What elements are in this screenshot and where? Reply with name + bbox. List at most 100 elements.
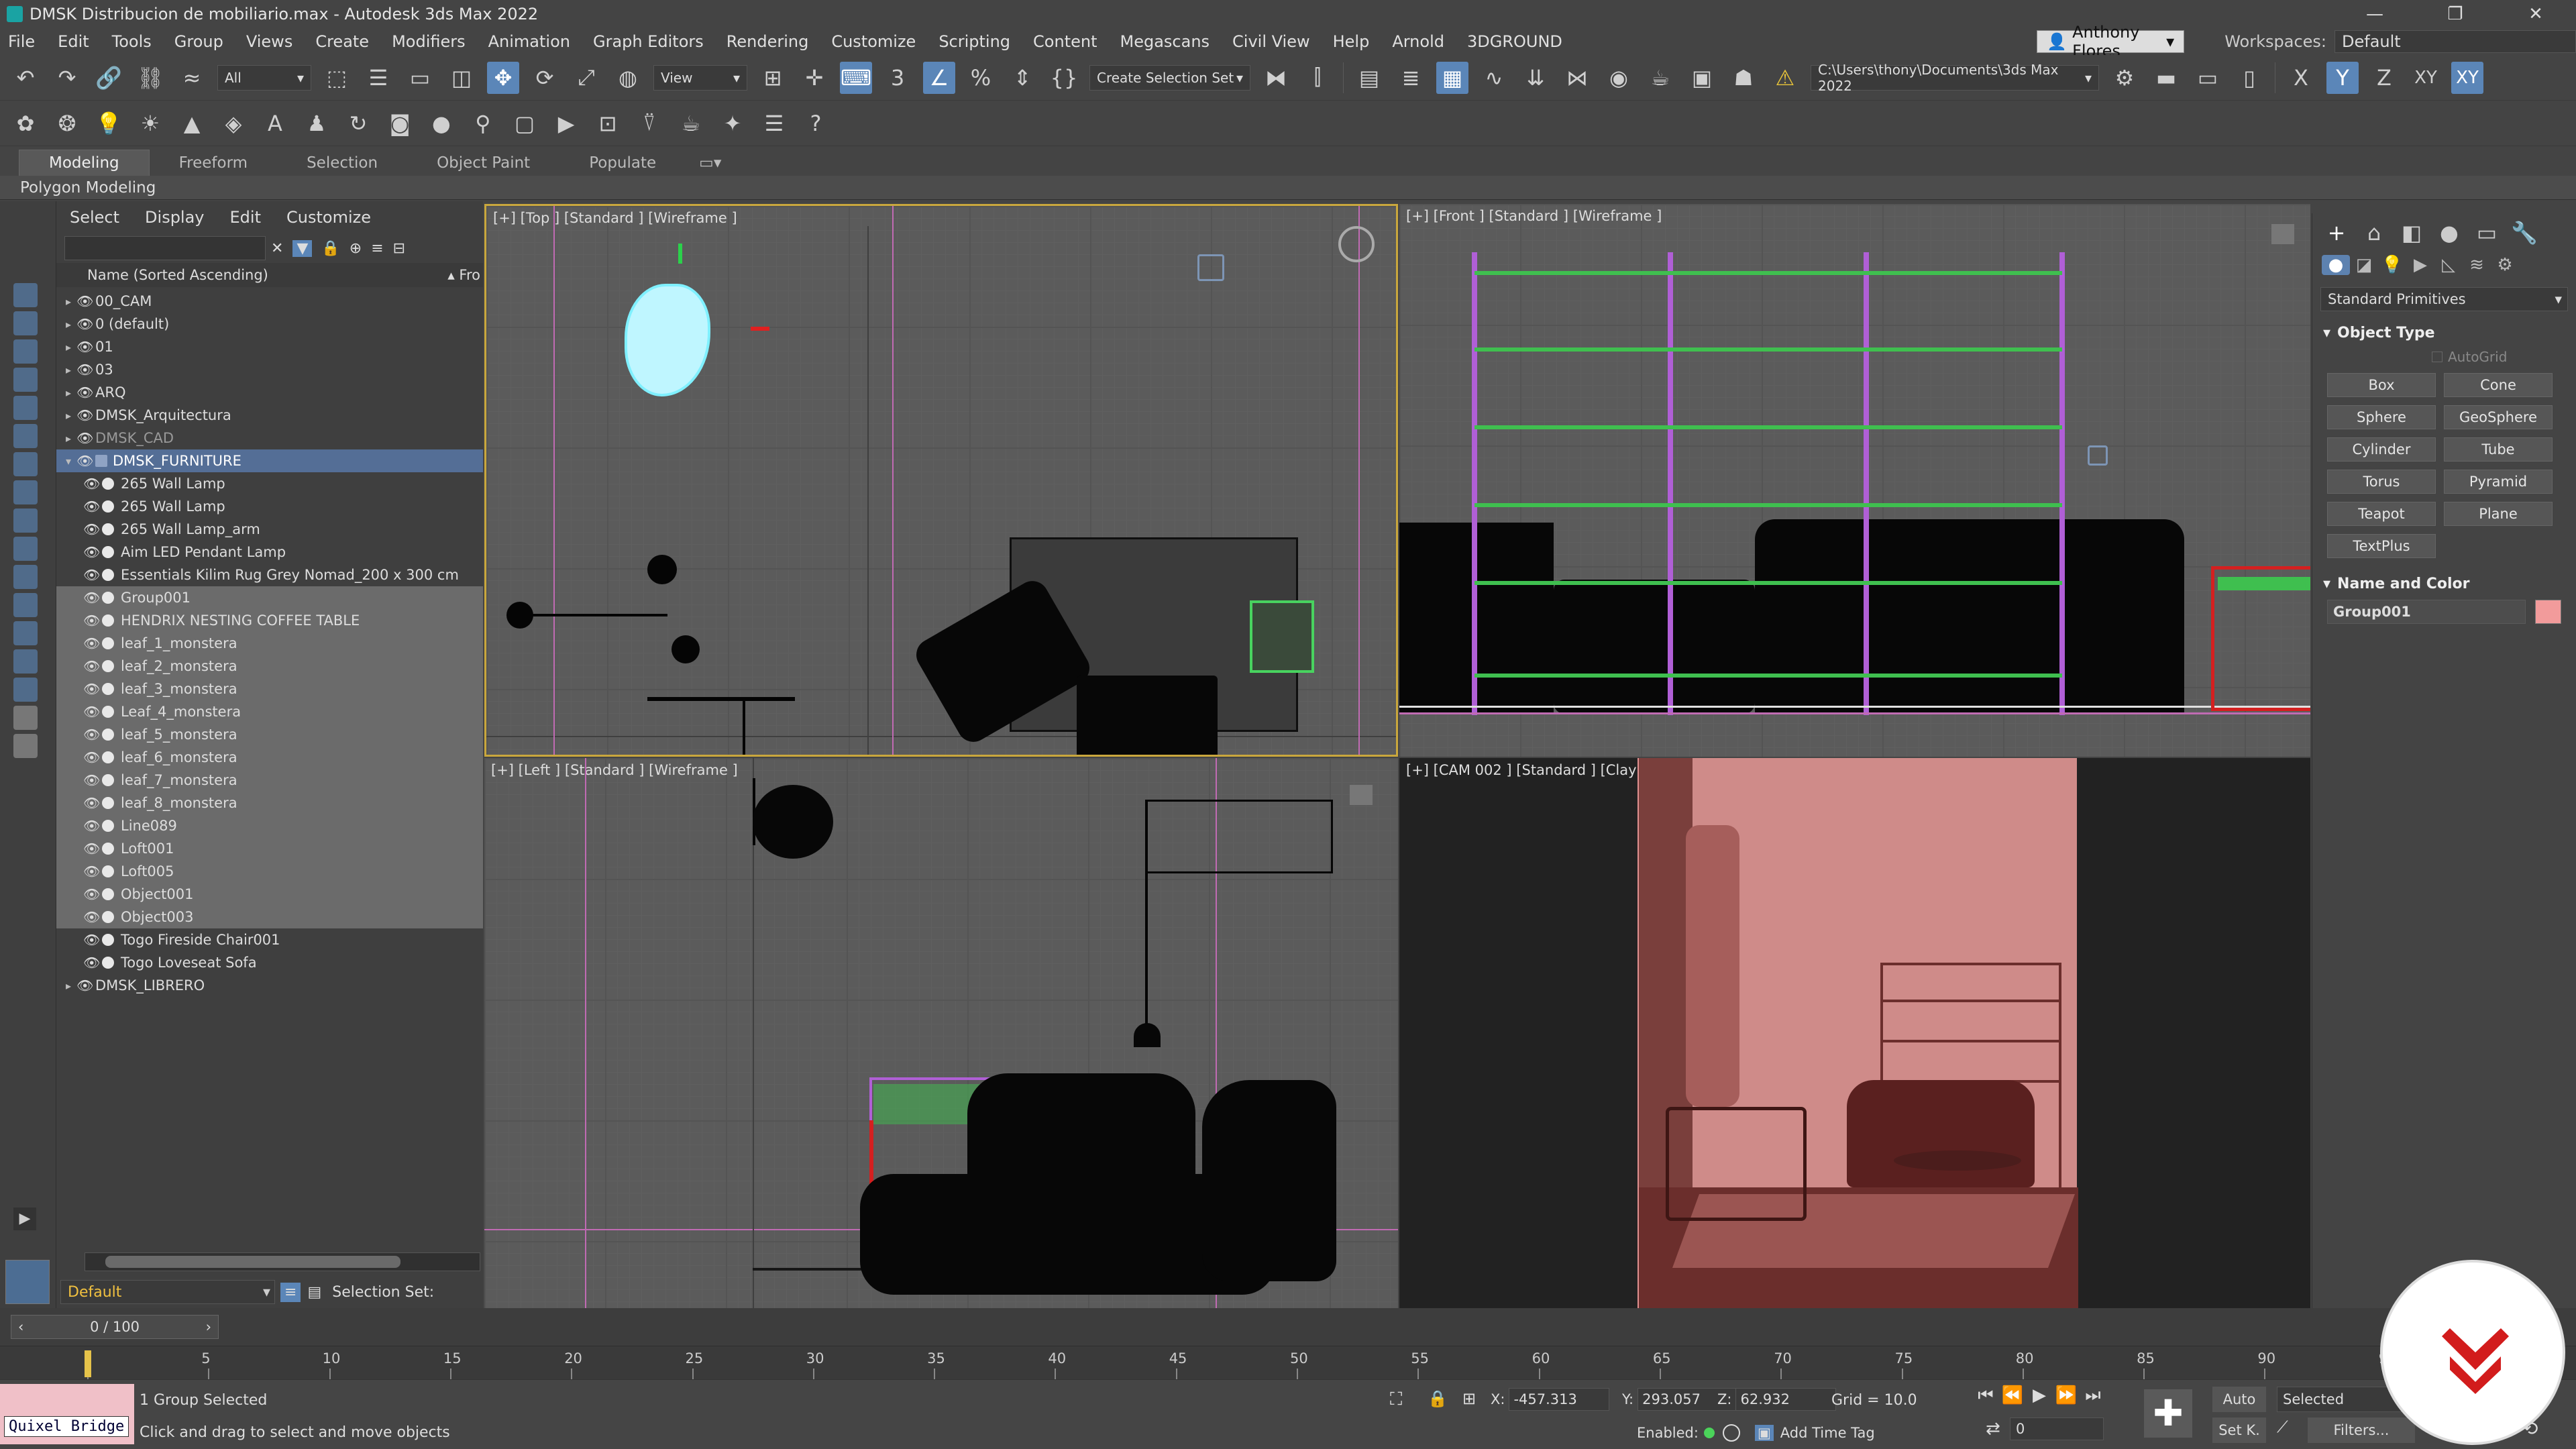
- arnold-light-icon[interactable]: ✦: [716, 107, 749, 140]
- tree-object-row[interactable]: 👁 leaf_6_monstera: [56, 746, 483, 769]
- display-containers-icon[interactable]: [13, 537, 38, 561]
- next-frame-button[interactable]: ›: [206, 1319, 211, 1335]
- expand-arrow-icon[interactable]: ▸: [66, 364, 76, 376]
- render-production-icon[interactable]: ☗: [1727, 62, 1760, 94]
- tree-layer-row[interactable]: ▸ 👁 03: [56, 358, 483, 381]
- axis-y-button[interactable]: Y: [2326, 61, 2359, 94]
- forest-pack-icon[interactable]: ✿: [9, 107, 42, 140]
- tree-icon[interactable]: ▲: [176, 107, 208, 140]
- viewcube-icon[interactable]: [2271, 224, 2294, 244]
- display-frozen-icon[interactable]: [13, 565, 38, 589]
- spin-icon[interactable]: ↻: [342, 107, 374, 140]
- visibility-eye-icon[interactable]: 👁: [83, 612, 102, 629]
- project-settings-icon[interactable]: ▯: [2233, 62, 2265, 94]
- explorer-column-header[interactable]: Name (Sorted Ascending) ▴ Fro: [56, 263, 483, 287]
- tab-modeling[interactable]: Modeling: [19, 150, 150, 176]
- display-none-icon[interactable]: [13, 649, 38, 674]
- display-cameras-icon[interactable]: [13, 368, 38, 392]
- bind-spacewarp-icon[interactable]: ≈: [176, 62, 208, 94]
- tube-button[interactable]: Tube: [2444, 437, 2553, 462]
- display-invert-icon[interactable]: [13, 678, 38, 702]
- hierarchy-tab-icon[interactable]: ◧: [2393, 220, 2430, 246]
- display-groups-icon[interactable]: [13, 452, 38, 476]
- placement-icon[interactable]: ◍: [612, 62, 644, 94]
- current-time-marker[interactable]: [85, 1350, 91, 1377]
- new-project-icon[interactable]: ▭: [2192, 62, 2224, 94]
- move-icon[interactable]: ✥: [487, 61, 519, 94]
- visibility-eye-icon[interactable]: 👁: [83, 681, 102, 697]
- armrest-silhouette[interactable]: [1202, 1080, 1336, 1281]
- object-color-swatch[interactable]: [2534, 600, 2561, 624]
- figure-icon[interactable]: ♟: [301, 107, 333, 140]
- pyramid-button[interactable]: Pyramid: [2444, 470, 2553, 494]
- visibility-eye-icon[interactable]: 👁: [76, 362, 95, 378]
- user-account-dropdown[interactable]: 👤 Anthony Flores ▾: [2037, 23, 2185, 60]
- systems-category-icon[interactable]: ⚙: [2491, 255, 2519, 275]
- visibility-eye-icon[interactable]: 👁: [83, 521, 102, 537]
- menu-rendering[interactable]: Rendering: [727, 32, 809, 51]
- absolute-mode-icon[interactable]: ⊞: [1462, 1389, 1476, 1408]
- display-spacewarps-icon[interactable]: [13, 424, 38, 448]
- menu-customize[interactable]: Customize: [831, 32, 916, 51]
- rectangular-selection-icon[interactable]: ▭: [404, 62, 436, 94]
- snaps-toggle-icon[interactable]: 3: [881, 62, 914, 94]
- lamp-pole-object[interactable]: [743, 698, 745, 755]
- motion-tab-icon[interactable]: ●: [2430, 220, 2468, 246]
- visibility-eye-icon[interactable]: 👁: [83, 590, 102, 606]
- viewport-layout-icon[interactable]: [5, 1260, 50, 1304]
- ribbon-options-button[interactable]: ▭▾: [686, 150, 735, 176]
- sofa-object[interactable]: [1077, 676, 1218, 755]
- display-all-icon[interactable]: [13, 621, 38, 645]
- tree-layer-row[interactable]: ▸ 👁 0 (default): [56, 313, 483, 335]
- name-color-rollout[interactable]: ▾ Name and Color: [2318, 572, 2571, 596]
- primitive-category-dropdown[interactable]: Standard Primitives ▾: [2320, 287, 2568, 311]
- tab-populate[interactable]: Populate: [559, 150, 686, 176]
- light-bulb-icon[interactable]: 💡: [93, 107, 125, 140]
- tree-object-row[interactable]: 👁 Aim LED Pendant Lamp: [56, 541, 483, 564]
- utilities-tab-icon[interactable]: 🔧: [2506, 220, 2543, 246]
- render-view-icon[interactable]: ◙: [384, 107, 416, 140]
- scrollbar-thumb[interactable]: [105, 1256, 400, 1268]
- explorer-menu-edit[interactable]: Edit: [230, 208, 261, 227]
- lamp-arm-object[interactable]: [1145, 800, 1333, 873]
- display-xrefs-icon[interactable]: [13, 480, 38, 504]
- pivot-center-icon[interactable]: ⊞: [757, 62, 789, 94]
- tree-layer-row[interactable]: ▸ 👁 DMSK_LIBRERO: [56, 974, 483, 997]
- floor-lamp-shade-object[interactable]: [1134, 1023, 1161, 1047]
- axis-xy-cycle-button[interactable]: XY: [2451, 61, 2483, 94]
- box-button[interactable]: Box: [2327, 373, 2436, 397]
- gizmo-y-axis[interactable]: [678, 244, 682, 264]
- rendered-frame-window-icon[interactable]: ▣: [1686, 62, 1718, 94]
- visibility-eye-icon[interactable]: 👁: [76, 384, 95, 400]
- link-icon[interactable]: 🔗: [93, 62, 125, 94]
- tree-object-row[interactable]: 👁 Group001: [56, 586, 483, 609]
- visibility-eye-icon[interactable]: 👁: [83, 727, 102, 743]
- menu-scripting[interactable]: Scripting: [938, 32, 1010, 51]
- explorer-horizontal-scrollbar[interactable]: [85, 1252, 480, 1271]
- visibility-eye-icon[interactable]: 👁: [83, 886, 102, 902]
- tree-object-row[interactable]: 👁 Object001: [56, 883, 483, 906]
- expand-arrow-icon[interactable]: ▸: [66, 318, 76, 331]
- helpers-category-icon[interactable]: ◺: [2434, 255, 2463, 275]
- display-helpers-icon[interactable]: [13, 396, 38, 420]
- explorer-menu-select[interactable]: Select: [70, 208, 119, 227]
- tab-freeform[interactable]: Freeform: [150, 150, 277, 176]
- axis-z-button[interactable]: Z: [2368, 62, 2400, 94]
- go-to-end-icon[interactable]: ⏭: [2080, 1385, 2106, 1406]
- tree-object-row[interactable]: 👁 Togo Fireside Chair001: [56, 928, 483, 951]
- clear-search-icon[interactable]: ✕: [271, 240, 283, 257]
- camera-icon[interactable]: [2088, 445, 2108, 466]
- lights-category-icon[interactable]: 💡: [2378, 255, 2406, 275]
- enabled-indicator[interactable]: [1703, 1428, 1715, 1438]
- viewport-camera[interactable]: [+] [CAM 002 ] [Standard ] [Clay + Edged…: [1399, 758, 2310, 1308]
- visibility-eye-icon[interactable]: 👁: [76, 430, 95, 446]
- filter-icon[interactable]: [13, 706, 38, 730]
- wall-lamp-shade-object[interactable]: [753, 785, 833, 859]
- viewcube-icon[interactable]: [1338, 226, 1375, 262]
- tree-layer-row[interactable]: ▸ 👁 DMSK_CAD: [56, 427, 483, 449]
- keyboard-shortcut-toggle-icon[interactable]: ⌨: [840, 61, 872, 94]
- visibility-eye-icon[interactable]: 👁: [76, 977, 95, 994]
- visibility-eye-icon[interactable]: 👁: [83, 658, 102, 674]
- safe-frame-icon[interactable]: ⊡: [592, 107, 624, 140]
- project-folder-icon[interactable]: ⚙: [2108, 62, 2141, 94]
